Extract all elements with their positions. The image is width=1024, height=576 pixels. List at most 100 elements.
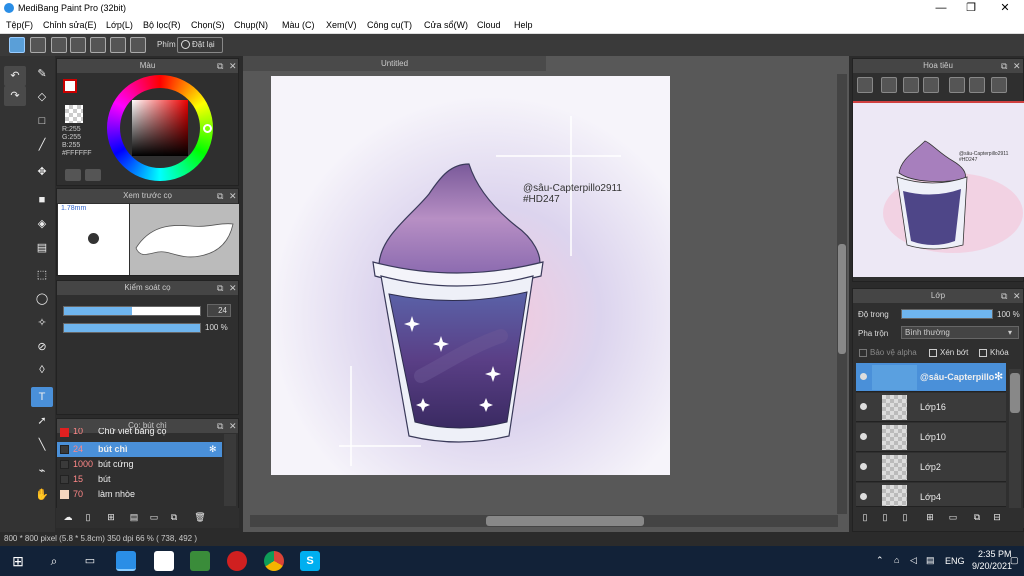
brush-list-scrollbar[interactable] bbox=[224, 434, 236, 506]
search-icon[interactable]: ⌕ bbox=[44, 551, 64, 571]
medibang-taskbar-icon[interactable] bbox=[116, 551, 136, 571]
chrome-taskbar-icon[interactable] bbox=[264, 551, 284, 571]
clipping-checkbox[interactable]: Xén bớt bbox=[929, 348, 968, 357]
close-button[interactable]: ✕ bbox=[990, 0, 1020, 17]
menu-select[interactable]: Chọn(S) bbox=[191, 20, 225, 30]
popout-icon[interactable]: ⧉ bbox=[1001, 59, 1007, 73]
merge-layer-icon[interactable]: ⊟ bbox=[989, 509, 1005, 525]
horizontal-scroll-thumb[interactable] bbox=[486, 516, 644, 526]
layer-row[interactable]: Lớp2 bbox=[856, 453, 1006, 482]
excel-taskbar-icon[interactable] bbox=[190, 551, 210, 571]
volume-icon[interactable]: ◁ bbox=[910, 555, 917, 566]
layers-scroll-thumb[interactable] bbox=[1010, 373, 1020, 413]
eraser-tool-icon[interactable]: ◇ bbox=[31, 87, 53, 107]
close-panel-icon[interactable]: ✕ bbox=[229, 281, 237, 295]
opacity-slider[interactable] bbox=[63, 323, 201, 333]
canvas-vertical-scrollbar[interactable] bbox=[837, 74, 847, 514]
size-value[interactable]: 24 bbox=[207, 304, 231, 317]
protect-alpha-checkbox[interactable]: Bảo vệ alpha bbox=[859, 348, 917, 357]
hue-wheel[interactable] bbox=[107, 75, 213, 181]
vertical-scroll-thumb[interactable] bbox=[838, 244, 846, 354]
close-panel-icon[interactable]: ✕ bbox=[229, 189, 237, 203]
trash-icon[interactable]: 🗑 bbox=[192, 509, 208, 525]
layer-row[interactable]: Lớp4 bbox=[856, 483, 1006, 507]
eyedropper-tool-icon[interactable]: ⌁ bbox=[31, 461, 53, 481]
language-indicator[interactable]: ENG bbox=[945, 556, 965, 566]
menu-view[interactable]: Xem(V) bbox=[326, 20, 357, 30]
menu-help[interactable]: Help bbox=[514, 20, 533, 30]
close-panel-icon[interactable]: ✕ bbox=[229, 419, 237, 433]
new-halftone-layer-icon[interactable]: ▯ bbox=[877, 509, 893, 525]
app-taskbar-icon[interactable] bbox=[154, 551, 174, 571]
cloud-icon[interactable] bbox=[9, 37, 25, 53]
menu-cloud[interactable]: Cloud bbox=[477, 20, 501, 30]
flip-icon[interactable] bbox=[969, 77, 985, 93]
network-icon[interactable]: ⌂ bbox=[894, 555, 899, 565]
color-picker-icon[interactable] bbox=[85, 169, 101, 181]
share-icon[interactable] bbox=[30, 37, 46, 53]
hand-tool-icon[interactable]: ✋ bbox=[31, 485, 53, 505]
menu-tools[interactable]: Công cụ(T) bbox=[367, 20, 412, 30]
duplicate-layer-icon[interactable]: ⧉ bbox=[969, 509, 985, 525]
gradient-tool-icon[interactable]: ▤ bbox=[31, 238, 53, 258]
bucket-tool-icon[interactable]: ◈ bbox=[31, 214, 53, 234]
redo-icon[interactable]: ↷ bbox=[4, 86, 26, 106]
saturation-square[interactable] bbox=[132, 100, 188, 156]
list-item[interactable]: 70 làm nhòe bbox=[57, 487, 222, 502]
layer-row[interactable]: @sâu-Capterpillo ✻ bbox=[856, 363, 1006, 392]
layer-folder-icon[interactable]: ▭ bbox=[945, 509, 961, 525]
menu-color[interactable]: Màu (C) bbox=[282, 20, 315, 30]
select-pen-tool-icon[interactable]: ⊘ bbox=[31, 337, 53, 357]
transparent-color-swatch[interactable] bbox=[65, 105, 83, 123]
clock-date[interactable]: 9/20/2021 bbox=[972, 561, 1012, 571]
brush-cloud-icon[interactable]: ☁ bbox=[60, 509, 76, 525]
reset-view-icon[interactable] bbox=[991, 77, 1007, 93]
rotate-icon[interactable] bbox=[949, 77, 965, 93]
skype-taskbar-icon[interactable]: S bbox=[300, 551, 320, 571]
chevron-up-icon[interactable]: ⌃ bbox=[876, 555, 884, 566]
layer-opacity-slider[interactable] bbox=[901, 309, 993, 319]
add-brush-icon[interactable]: ⊞ bbox=[100, 509, 122, 525]
opera-taskbar-icon[interactable] bbox=[227, 551, 247, 571]
popout-icon[interactable]: ⧉ bbox=[217, 189, 223, 203]
gear-icon[interactable]: ✻ bbox=[994, 370, 1003, 383]
close-panel-icon[interactable]: ✕ bbox=[1013, 59, 1021, 73]
windows-start-icon[interactable]: ⊞ bbox=[8, 551, 28, 571]
list-icon[interactable] bbox=[110, 37, 126, 53]
eye-icon[interactable] bbox=[860, 373, 867, 380]
pen-tool-icon[interactable]: ╱ bbox=[31, 135, 53, 155]
menu-snap[interactable]: Chụp(N) bbox=[234, 20, 268, 30]
navigator-preview[interactable]: @sâu-Capterpillo2911 #HD247 bbox=[853, 101, 1024, 277]
minimize-button[interactable]: — bbox=[926, 0, 956, 17]
dropper-line-tool-icon[interactable]: ╲ bbox=[31, 435, 53, 455]
reset-button[interactable]: Đặt lại bbox=[177, 37, 223, 53]
palette-icon[interactable] bbox=[65, 169, 81, 181]
list-item[interactable]: 24 bút chì ✻ bbox=[57, 442, 222, 457]
popout-icon[interactable]: ⧉ bbox=[1001, 289, 1007, 303]
fill-rect-tool-icon[interactable]: ■ bbox=[31, 190, 53, 210]
document-icon[interactable] bbox=[90, 37, 106, 53]
tab-untitled[interactable]: Untitled bbox=[243, 56, 546, 71]
new-brush-icon[interactable]: ▯ bbox=[80, 509, 96, 525]
operation-tool-icon[interactable]: ➚ bbox=[31, 411, 53, 431]
eye-icon[interactable] bbox=[860, 433, 867, 440]
zoom-icon[interactable] bbox=[857, 77, 873, 93]
maximize-button[interactable]: ❐ bbox=[956, 0, 986, 17]
popout-icon[interactable]: ⧉ bbox=[217, 59, 223, 73]
brush-tool-icon[interactable]: ✎ bbox=[31, 64, 53, 84]
eye-icon[interactable] bbox=[860, 463, 867, 470]
dot-tool-icon[interactable]: □ bbox=[31, 111, 53, 131]
move-tool-icon[interactable]: ✥ bbox=[31, 162, 53, 182]
eye-icon[interactable] bbox=[860, 493, 867, 500]
layer-row[interactable]: Lớp16 bbox=[856, 393, 1006, 422]
add-layer-menu-icon[interactable]: ⊞ bbox=[919, 509, 941, 525]
size-slider[interactable] bbox=[63, 306, 201, 316]
undo-icon[interactable]: ↶ bbox=[4, 66, 26, 86]
magic-wand-tool-icon[interactable]: ✧ bbox=[31, 313, 53, 333]
menu-file[interactable]: Tệp(F) bbox=[6, 20, 33, 30]
layer-row[interactable]: Lớp10 bbox=[856, 423, 1006, 452]
new-layer-icon[interactable]: ▯ bbox=[857, 509, 873, 525]
lasso-tool-icon[interactable]: ◯ bbox=[31, 289, 53, 309]
list-item[interactable]: 15 bút bbox=[57, 472, 222, 487]
text-tool-icon[interactable]: T bbox=[31, 387, 53, 407]
